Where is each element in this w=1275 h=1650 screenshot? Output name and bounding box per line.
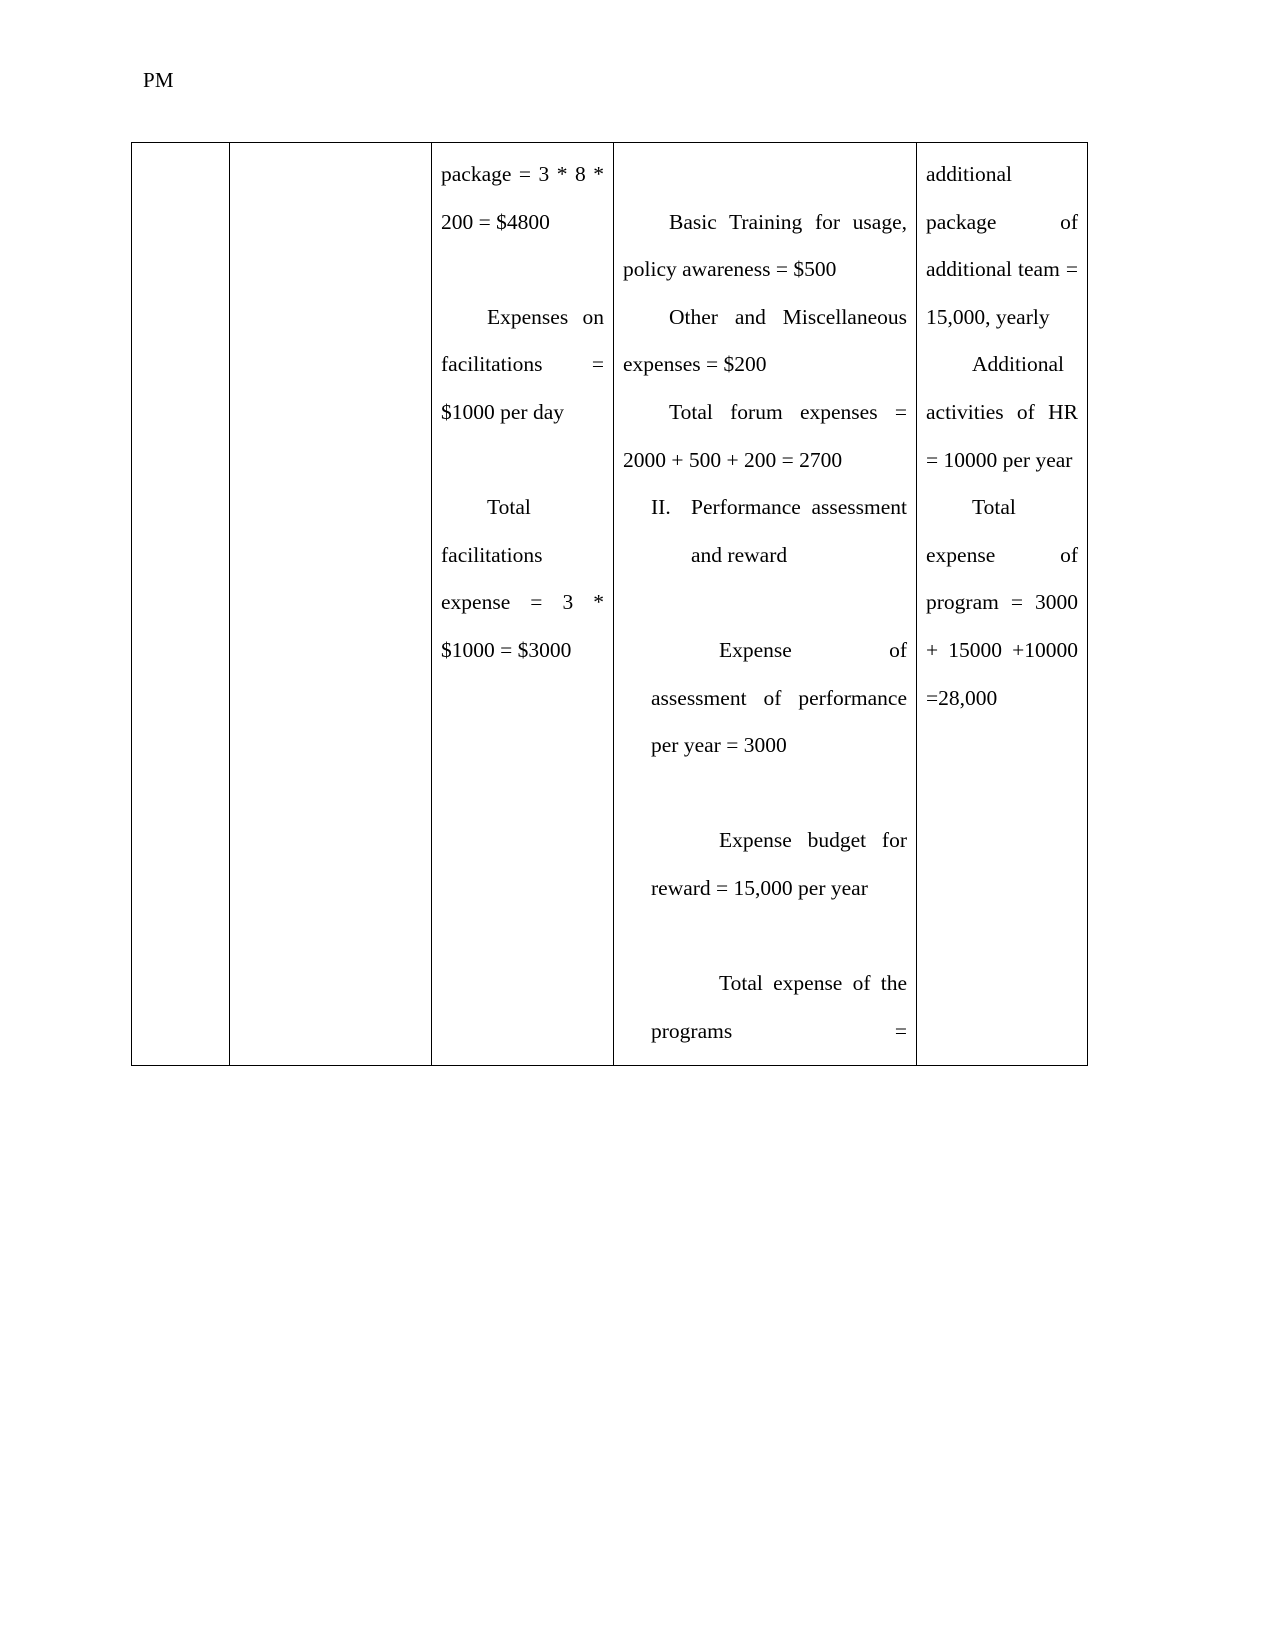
col5-paragraph-total-program-expense: Total expense of program = 3000 + 15000 … xyxy=(926,495,1078,710)
cell-col5-content: additional package of additional team = … xyxy=(917,143,1087,732)
cell-col3-content: package = 3 * 8 * 200 = $4800 Expenses o… xyxy=(432,143,613,685)
col3-paragraph-package-cost: package = 3 * 8 * 200 = $4800 xyxy=(441,162,604,234)
col3-spacer-2 xyxy=(441,437,604,485)
col4-spacer-2 xyxy=(623,770,907,818)
col4-spacer-0 xyxy=(623,151,907,199)
col4-list-number: II. xyxy=(651,495,671,520)
table-cell-col4: Basic Training for usage, policy awarene… xyxy=(613,141,917,1067)
col5-paragraph-additional-package: additional package of additional team = … xyxy=(926,162,1078,329)
col5-paragraph-additional-hr-activities: Additional activities of HR = 10000 per … xyxy=(926,352,1078,472)
table-cell-col1 xyxy=(131,141,230,1067)
page-header: PM xyxy=(0,0,1275,130)
document-page: PM package = 3 * 8 * 200 = $4800 Expense… xyxy=(0,0,1275,1650)
content-table: package = 3 * 8 * 200 = $4800 Expenses o… xyxy=(131,141,1088,1067)
col4-paragraph-reward-budget: Expense budget for reward = 15,000 per y… xyxy=(651,828,907,900)
table-cell-col3: package = 3 * 8 * 200 = $4800 Expenses o… xyxy=(431,141,614,1067)
cell-col1-content xyxy=(132,143,229,161)
table-row: package = 3 * 8 * 200 = $4800 Expenses o… xyxy=(131,141,1088,1067)
content-table-wrapper: package = 3 * 8 * 200 = $4800 Expenses o… xyxy=(131,141,1088,1067)
col4-list-item-performance: II. Performance assessment and reward xyxy=(623,484,907,579)
cell-col4-content: Basic Training for usage, policy awarene… xyxy=(614,143,916,1065)
col4-paragraph-other-miscellaneous: Other and Miscellaneous expenses = $200 xyxy=(623,304,907,377)
col4-paragraph-total-programs-expense: Total expense of the programs = xyxy=(651,971,907,1043)
col3-paragraph-facilitation-expenses: Expenses on facilitations = $1000 per da… xyxy=(441,304,604,424)
header-label: PM xyxy=(143,68,174,92)
col3-paragraph-total-facilitations: Total facilitations expense = 3 * $1000 … xyxy=(441,495,604,662)
cell-col2-content xyxy=(230,143,431,161)
col4-list-text: Performance assessment and reward xyxy=(691,495,907,567)
table-cell-col2 xyxy=(229,141,432,1067)
col4-paragraph-total-forum-expenses: Total forum expenses = 2000 + 500 + 200 … xyxy=(623,399,907,472)
col4-paragraph-assessment-expense: Expense of assessment of performance per… xyxy=(651,637,907,758)
col4-spacer-3 xyxy=(623,913,907,961)
col4-spacer-1 xyxy=(623,579,907,627)
col4-paragraph-basic-training: Basic Training for usage, policy awarene… xyxy=(623,209,907,282)
col3-spacer-1 xyxy=(441,246,604,294)
table-cell-col5: additional package of additional team = … xyxy=(916,141,1088,1067)
